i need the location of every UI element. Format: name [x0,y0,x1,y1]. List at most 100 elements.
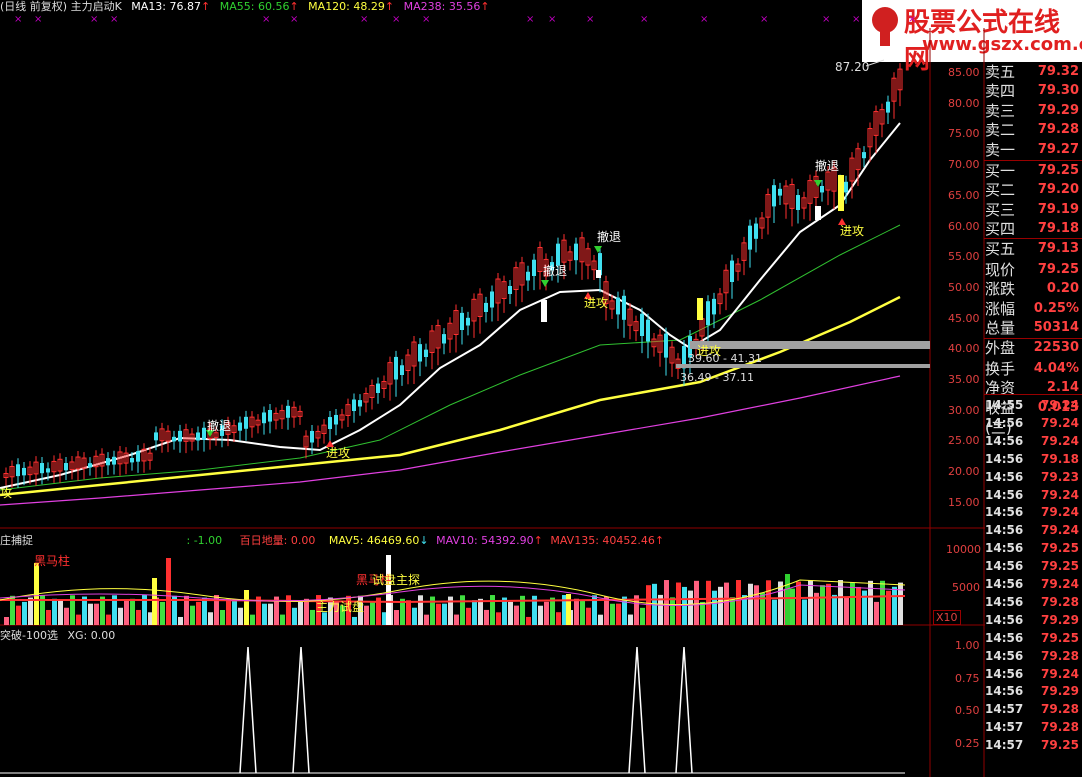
divider [984,394,1082,395]
candle-body [532,259,536,276]
candle-body [596,270,601,278]
quote-label: 买三 [985,200,1016,219]
candle-body [352,399,356,411]
candle-body [778,188,782,196]
retreat-label: 撤退 [207,419,232,433]
indicator-spike [675,646,693,774]
volume-bar [766,580,771,625]
volume-bar [226,598,231,625]
volume-bar [202,597,207,625]
attack-label: 进攻 [840,224,865,238]
volume-bar [580,600,585,625]
divider [984,338,1082,339]
volume-bar [4,617,9,625]
quote-value: 0.20 [1046,281,1079,297]
quote-row: 卖二 79.28 [985,120,1082,140]
quote-value: 0.25% [1033,300,1079,316]
candle-body [376,383,380,393]
kline-chart[interactable] [0,0,985,777]
signal-mark-icon: × [110,14,119,25]
volume-bar [406,600,411,625]
tick-price: 79.29 [1041,612,1079,627]
quote-row: 买二 79.20 [985,180,1082,200]
quote-label: 买四 [985,220,1016,239]
candle-body [130,457,134,463]
tick-row: 14:56 79.24 [985,575,1082,593]
volume-bar [736,580,741,625]
candle-body [238,422,242,431]
tick-price: 79.24 [1041,577,1079,591]
volume-bar [250,614,255,625]
tick-price: 79.25 [1041,559,1079,574]
signal-mark-icon: × [262,14,271,25]
volume-bar [628,614,633,625]
arrow-up-icon: ↑ [533,534,543,547]
tick-price: 79.28 [1041,702,1079,717]
volume-bar [418,595,423,625]
volume-bar [64,607,69,625]
volume-bar [386,555,391,625]
candle-body [202,427,206,440]
tick-time: 14:56 [985,666,1024,681]
quote-value: 79.30 [1037,83,1079,99]
retreat-label: 撤退 [543,264,568,278]
tick-row: 14:56 79.28 [985,647,1082,665]
volume-bar [670,597,675,625]
quote-row: 外盘 22530 [985,338,1082,358]
quote-row: 现价 79.25 [985,260,1082,280]
candle-body [178,430,182,442]
quote-value: 79.27 [1037,141,1079,157]
volume-bar [238,607,243,625]
volume-bar [718,586,723,625]
candle-body [442,334,446,344]
signal-mark-icon: × [760,14,769,25]
quote-label: 外盘 [985,338,1016,357]
price-axis-label: 85.00 [948,66,980,79]
volume-bar [826,583,831,625]
signal-mark-icon: × [34,14,43,25]
quote-row: 涨幅 0.25% [985,299,1082,319]
indicator-spike [239,646,257,774]
signal-mark-icon: × [14,14,23,25]
candle-body [22,467,26,476]
tick-price: 79.25 [1041,630,1079,645]
volume-bar [178,616,183,625]
price-axis-label: 55.00 [948,250,980,264]
candle-body [196,432,200,441]
tick-row: 14:56 79.25 [985,539,1082,557]
volume-bar [478,598,483,625]
volume-bar [298,600,303,625]
indicator-axis-label: 1.00 [955,639,980,652]
tick-time: 14:56 [985,594,1024,609]
tick-row: 14:56 79.24 [985,521,1082,539]
volume-bar [394,610,399,625]
tick-time: 14:56 [985,433,1024,448]
candle-body [748,225,752,250]
volume-value-1: : -1.00 [186,534,223,547]
volume-bar [566,594,571,625]
tick-price: 79.29 [1041,684,1079,699]
quote-value: 79.25 [1037,262,1079,277]
tick-time: 14:56 [985,541,1024,556]
candle-body [310,430,314,443]
down-arrow-icon [594,246,602,253]
indicator-spike [628,646,646,774]
volume-bar [808,580,813,625]
candle-body [754,223,758,239]
volume-axis-label: 10000 [946,543,981,556]
indicator-axis-label: 0.50 [955,704,980,717]
tick-price: 79.24 [1041,433,1079,448]
volume-bar [508,601,513,625]
quote-value: 22530 [1033,339,1079,355]
signal-mark-icon: × [526,14,535,25]
quote-value: 50314 [1033,320,1079,336]
volume-bar [802,599,807,625]
candle-body [712,298,716,315]
quote-label: 买二 [985,181,1016,200]
volume-bar [280,614,285,625]
black-horse-label: 黑马柱 [34,554,71,568]
tick-time: 14:56 [985,648,1024,663]
ma238-line [0,375,901,506]
volume-axis-label: 5000 [952,581,980,594]
volume-header: 庄捕捉 : -1.00 百日地量: 0.00 MAV5: 46469.60↓ M… [0,532,664,548]
